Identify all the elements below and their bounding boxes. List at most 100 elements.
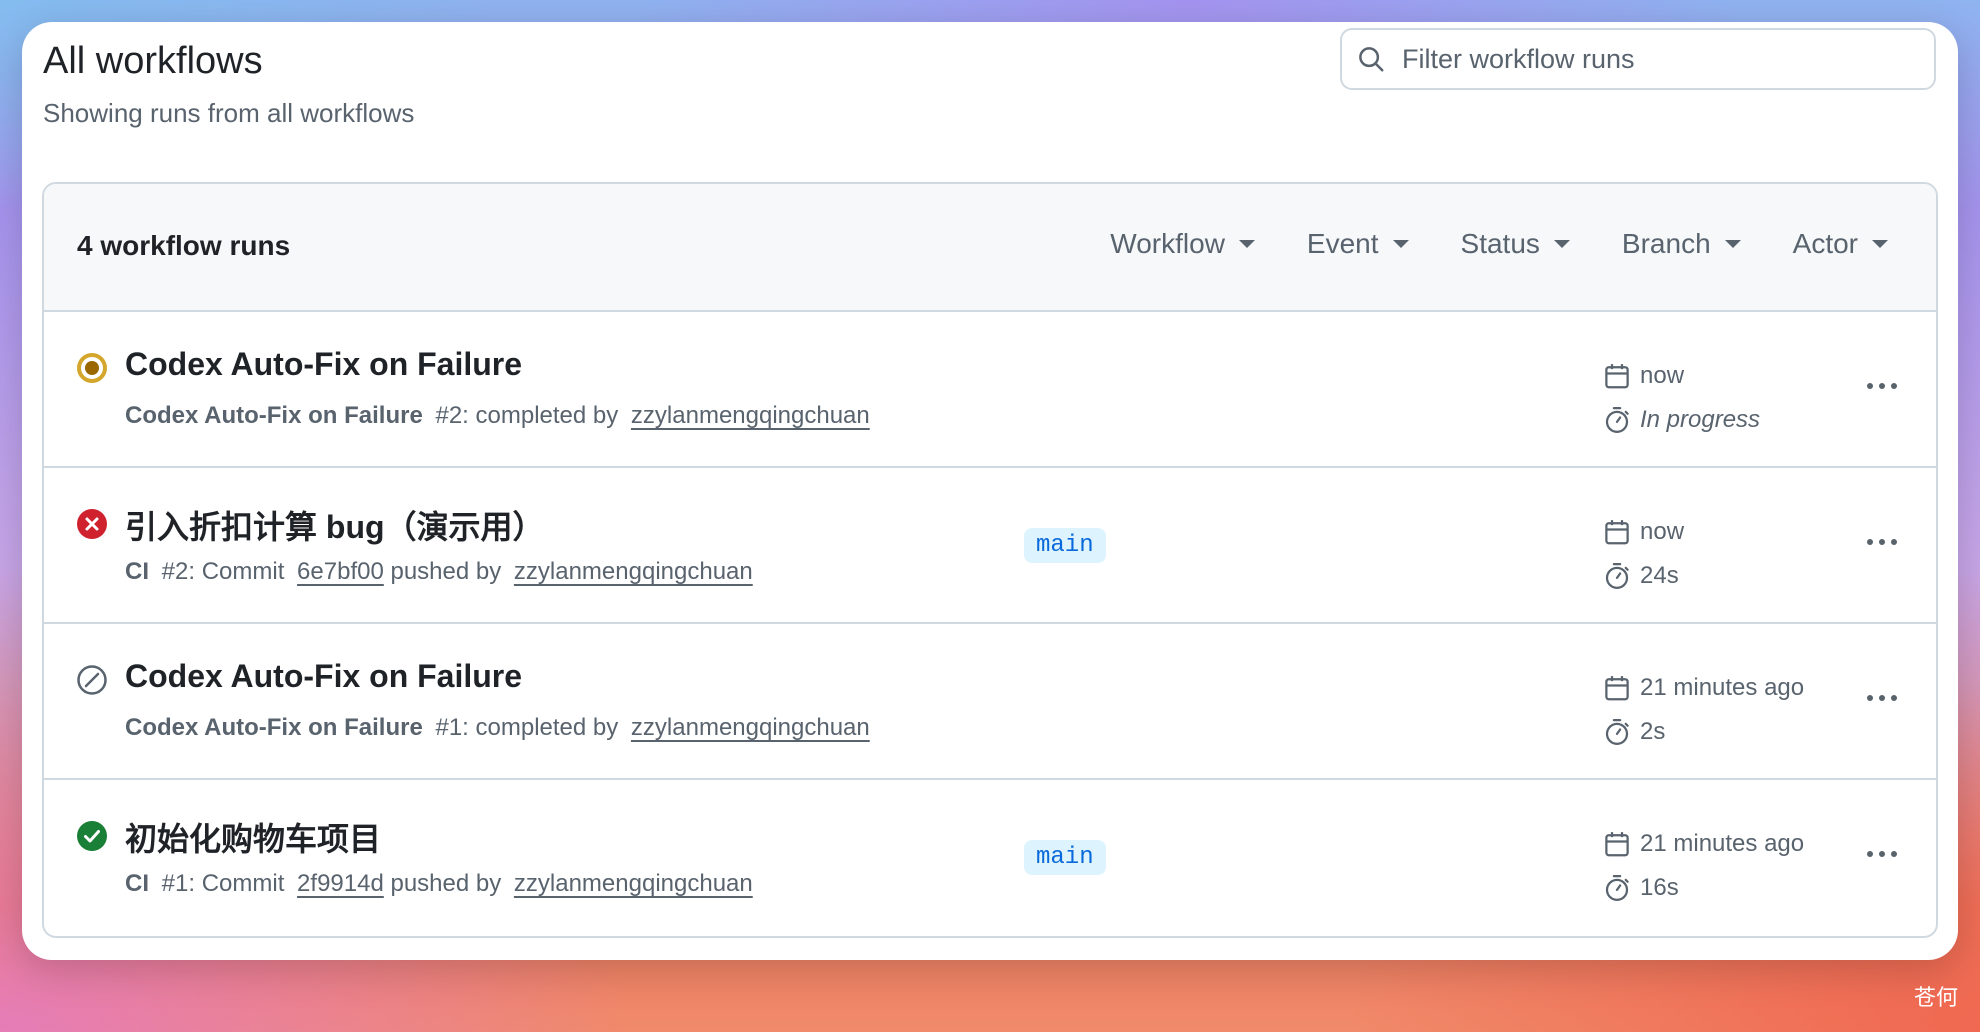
more-actions-button[interactable] — [1858, 836, 1906, 872]
run-action: : completed by — [462, 402, 625, 429]
caret-down-icon — [1392, 240, 1409, 248]
run-duration: In progress — [1640, 406, 1761, 433]
run-row[interactable]: 初始化购物车项目 CI #1: Commit 2f9914d pushed by… — [44, 780, 1936, 936]
workflow-name: CI — [125, 870, 149, 897]
more-actions-button[interactable] — [1858, 680, 1906, 716]
actor-link[interactable]: zzylanmengqingchuan — [631, 714, 870, 741]
run-title-link[interactable]: Codex Auto-Fix on Failure — [125, 658, 522, 695]
run-timing: now 24s — [1602, 512, 1684, 600]
commit-link[interactable]: 6e7bf00 — [297, 558, 384, 585]
workflow-name: Codex Auto-Fix on Failure — [125, 714, 423, 741]
run-title-link[interactable]: Codex Auto-Fix on Failure — [125, 346, 522, 383]
pushed-label: pushed by — [383, 558, 508, 585]
caret-down-icon — [1238, 240, 1255, 248]
success-status-icon — [77, 821, 107, 851]
run-duration: 2s — [1640, 718, 1666, 745]
search-box[interactable] — [1340, 28, 1936, 90]
watermark: 苍何 — [1913, 985, 1958, 1010]
stopwatch-icon — [1605, 563, 1629, 589]
kebab-dot-icon — [1891, 383, 1897, 389]
calendar-icon — [1605, 364, 1629, 389]
kebab-dot-icon — [1879, 851, 1885, 857]
run-timing: 21 minutes ago 2s — [1602, 668, 1804, 756]
failure-status-icon — [77, 509, 107, 539]
run-meta: Codex Auto-Fix on Failure #1: completed … — [125, 714, 870, 742]
list-header: 4 workflow runs Workflow Event Status Br… — [44, 184, 1936, 312]
run-title-link[interactable]: 引入折扣计算 bug（演示用） — [125, 502, 545, 548]
run-time: 21 minutes ago — [1640, 830, 1805, 857]
run-row[interactable]: Codex Auto-Fix on Failure Codex Auto-Fix… — [44, 624, 1936, 780]
filter-workflow[interactable]: Workflow — [1110, 228, 1255, 260]
filter-label: Branch — [1621, 228, 1711, 259]
kebab-dot-icon — [1891, 851, 1897, 857]
run-timing: now In progress — [1602, 356, 1760, 444]
kebab-dot-icon — [1879, 539, 1885, 545]
filter-event[interactable]: Event — [1307, 228, 1409, 260]
runs-count: 4 workflow runs — [77, 230, 291, 261]
run-meta: Codex Auto-Fix on Failure #2: completed … — [125, 402, 870, 430]
page-title: All workflows — [43, 40, 263, 82]
stopwatch-icon — [1605, 407, 1629, 433]
run-action: : completed by — [462, 714, 625, 741]
run-timing: 21 minutes ago 16s — [1602, 824, 1804, 912]
run-action: : Commit — [188, 870, 292, 897]
caret-down-icon — [1872, 240, 1888, 248]
kebab-dot-icon — [1879, 383, 1885, 389]
run-number: #2 — [435, 402, 463, 429]
filter-label: Event — [1306, 228, 1379, 259]
caret-down-icon — [1724, 240, 1741, 248]
more-actions-button[interactable] — [1858, 524, 1906, 560]
run-meta: CI #2: Commit 6e7bf00 pushed by zzylanme… — [125, 558, 753, 586]
stopwatch-icon — [1605, 719, 1629, 745]
run-number: #2 — [161, 558, 189, 585]
calendar-icon — [1605, 676, 1629, 701]
branch-label[interactable]: main — [1024, 528, 1106, 563]
kebab-dot-icon — [1867, 383, 1873, 389]
run-time: 21 minutes ago — [1640, 674, 1805, 701]
workflows-window: All workflows Showing runs from all work… — [22, 22, 1958, 960]
pushed-label: pushed by — [383, 870, 508, 897]
run-meta: CI #1: Commit 2f9914d pushed by zzylanme… — [125, 870, 753, 898]
filter-status[interactable]: Status — [1461, 228, 1570, 260]
actor-link[interactable]: zzylanmengqingchuan — [514, 870, 753, 897]
filter-label: Actor — [1792, 228, 1858, 259]
run-number: #1 — [435, 714, 463, 741]
kebab-dot-icon — [1867, 539, 1873, 545]
filter-bar: Workflow Event Status Branch Actor — [1110, 228, 1888, 260]
actor-link[interactable]: zzylanmengqingchuan — [514, 558, 753, 585]
page-subtitle: Showing runs from all workflows — [43, 98, 415, 128]
cancelled-status-icon — [77, 665, 107, 695]
calendar-icon — [1605, 520, 1629, 545]
caret-down-icon — [1553, 240, 1570, 248]
calendar-icon — [1605, 832, 1629, 857]
actor-link[interactable]: zzylanmengqingchuan — [631, 402, 870, 429]
search-input[interactable] — [1400, 42, 1904, 76]
commit-link[interactable]: 2f9914d — [297, 870, 384, 897]
kebab-dot-icon — [1891, 695, 1897, 701]
workflow-name: CI — [125, 558, 149, 585]
stopwatch-icon — [1605, 875, 1629, 901]
kebab-dot-icon — [1867, 851, 1873, 857]
filter-branch[interactable]: Branch — [1622, 228, 1741, 260]
kebab-dot-icon — [1891, 539, 1897, 545]
run-duration: 24s — [1640, 562, 1679, 589]
in-progress-status-icon — [77, 353, 107, 383]
run-time: now — [1640, 518, 1685, 545]
branch-label[interactable]: main — [1024, 840, 1106, 875]
run-number: #1 — [161, 870, 189, 897]
run-row[interactable]: Codex Auto-Fix on Failure Codex Auto-Fix… — [44, 312, 1936, 468]
workflow-name: Codex Auto-Fix on Failure — [125, 402, 423, 429]
run-time: now — [1640, 362, 1685, 389]
filter-label: Workflow — [1110, 228, 1225, 259]
run-action: : Commit — [188, 558, 292, 585]
more-actions-button[interactable] — [1858, 368, 1906, 404]
run-row[interactable]: 引入折扣计算 bug（演示用） CI #2: Commit 6e7bf00 pu… — [44, 468, 1936, 624]
run-duration: 16s — [1640, 874, 1679, 901]
kebab-dot-icon — [1879, 695, 1885, 701]
run-title-link[interactable]: 初始化购物车项目 — [125, 814, 381, 860]
search-icon — [1359, 47, 1384, 72]
workflow-runs-list: 4 workflow runs Workflow Event Status Br… — [42, 182, 1938, 938]
kebab-dot-icon — [1867, 695, 1873, 701]
filter-label: Status — [1460, 228, 1540, 259]
filter-actor[interactable]: Actor — [1793, 228, 1888, 260]
